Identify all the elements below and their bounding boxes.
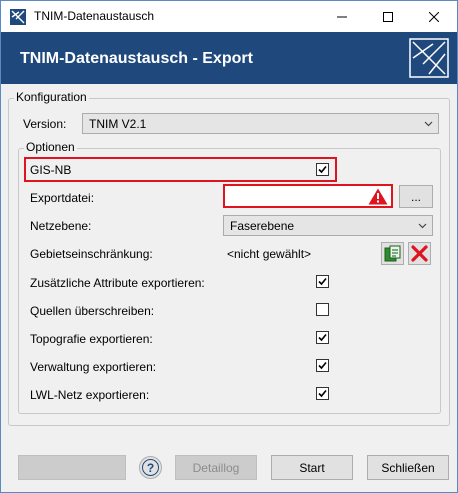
netzebene-select[interactable]: Faserebene [223, 215, 433, 236]
gis-nb-label: GIS-NB [30, 163, 72, 177]
gebiet-value: <nicht gewählt> [227, 247, 312, 261]
title-bar: TNIM-Datenaustausch [1, 1, 457, 32]
help-button[interactable]: ? [139, 456, 162, 479]
help-icon: ? [142, 459, 159, 476]
quellen-ueberschreiben-checkbox[interactable] [316, 303, 329, 316]
delete-icon [411, 245, 428, 262]
browse-button[interactable]: ... [399, 185, 433, 208]
select-area-icon [384, 245, 401, 262]
konfiguration-legend: Konfiguration [14, 90, 89, 104]
version-label: Version: [23, 117, 67, 131]
gis-nb-checkbox[interactable] [316, 163, 329, 176]
exportdatei-label: Exportdatei: [30, 191, 95, 205]
export-dialog: TNIM-Datenaustausch TNIM-Datenaustausch … [0, 0, 458, 493]
checkmark-icon [318, 333, 327, 342]
checkmark-icon [318, 277, 327, 286]
header-banner: TNIM-Datenaustausch - Export [1, 32, 457, 84]
clear-area-button[interactable] [408, 242, 431, 265]
checkmark-icon [318, 361, 327, 370]
chevron-down-icon [418, 223, 427, 229]
warning-icon [368, 188, 388, 205]
maximize-icon [383, 11, 393, 22]
option-label: Zusätzliche Attribute exportieren: [30, 276, 205, 290]
close-icon [429, 11, 439, 22]
zusaetzliche-attribute-checkbox[interactable] [316, 275, 329, 288]
netzebene-value: Faserebene [230, 218, 295, 233]
version-value: TNIM V2.1 [89, 116, 147, 131]
checkmark-icon [318, 165, 327, 174]
minimize-button[interactable] [319, 1, 365, 32]
option-label: Topografie exportieren: [30, 332, 153, 346]
option-label: LWL-Netz exportieren: [30, 388, 150, 402]
netzebene-label: Netzebene: [30, 219, 92, 233]
window-title: TNIM-Datenaustausch [34, 9, 155, 23]
version-select[interactable]: TNIM V2.1 [82, 113, 439, 134]
chevron-down-icon [424, 121, 433, 127]
option-label: Quellen überschreiben: [30, 304, 155, 318]
detaillog-button[interactable]: Detaillog [175, 455, 257, 480]
exportdatei-input[interactable] [223, 184, 393, 208]
maximize-button[interactable] [365, 1, 411, 32]
app-icon [10, 9, 26, 25]
progress-bar [18, 455, 126, 480]
checkmark-icon [318, 389, 327, 398]
option-label: Verwaltung exportieren: [30, 360, 157, 374]
tnim-logo-icon [409, 38, 449, 78]
lwl-netz-checkbox[interactable] [316, 387, 329, 400]
select-area-button[interactable] [381, 242, 404, 265]
optionen-legend: Optionen [24, 140, 77, 154]
minimize-icon [337, 16, 347, 17]
close-dialog-button[interactable]: Schließen [367, 455, 449, 480]
topografie-checkbox[interactable] [316, 331, 329, 344]
banner-title: TNIM-Datenaustausch - Export [20, 50, 253, 67]
start-button[interactable]: Start [271, 455, 353, 480]
verwaltung-checkbox[interactable] [316, 359, 329, 372]
close-button[interactable] [411, 1, 457, 32]
gebiet-label: Gebietseinschränkung: [30, 247, 153, 261]
